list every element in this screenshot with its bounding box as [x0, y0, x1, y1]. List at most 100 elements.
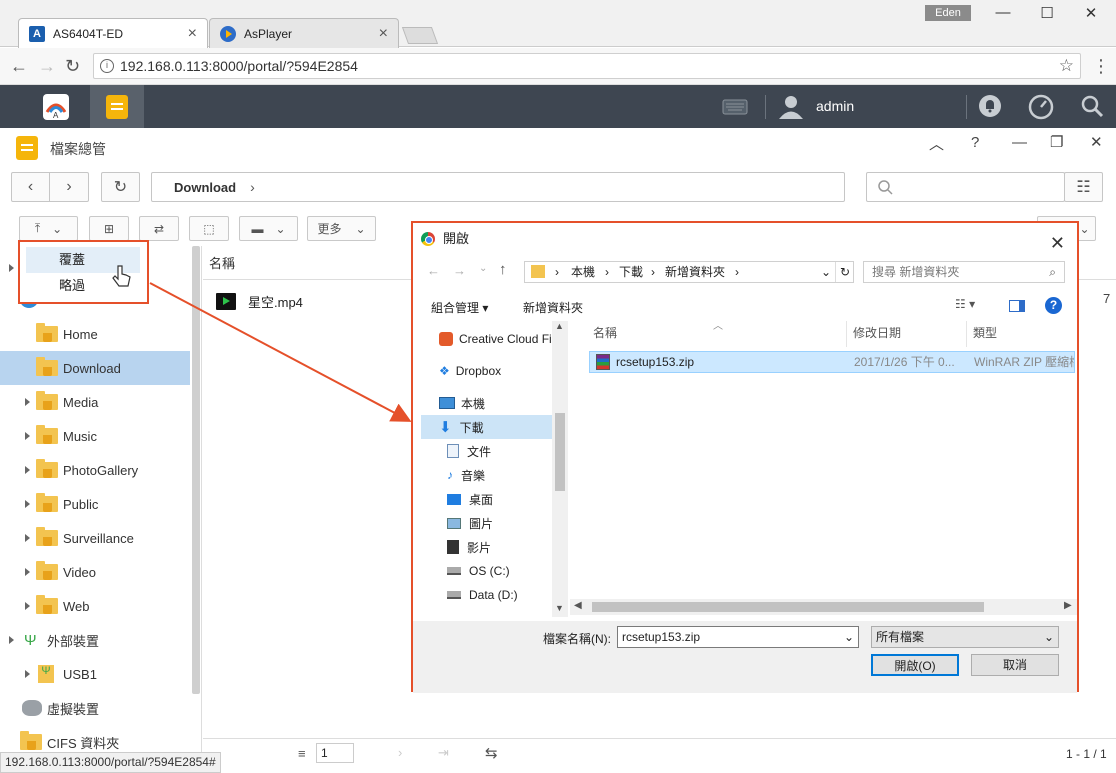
tree-item-music[interactable]: Music — [0, 419, 190, 453]
help-icon[interactable]: ? — [971, 134, 979, 151]
expand-triangle-icon[interactable] — [25, 602, 30, 610]
tab-asustor[interactable]: A AS6404T-ED × — [18, 18, 208, 48]
rows-per-page-icon[interactable]: ≡ — [298, 746, 306, 761]
forward-arrow-icon[interactable]: → — [38, 56, 56, 77]
preview-pane-icon[interactable] — [1009, 300, 1025, 312]
help-icon[interactable]: ? — [1045, 297, 1062, 314]
keyboard-icon[interactable] — [722, 98, 748, 116]
new-folder-button[interactable]: ⊞ — [89, 216, 129, 241]
tree-item-surveillance[interactable]: Surveillance — [0, 521, 190, 555]
tree-item-media[interactable]: Media — [0, 385, 190, 419]
info-icon[interactable]: i — [100, 59, 114, 73]
new-tab-button[interactable] — [401, 27, 439, 44]
dashboard-gauge-icon[interactable] — [1028, 94, 1054, 120]
collapse-chevron-icon[interactable]: ︿ — [929, 133, 944, 154]
expand-triangle-icon[interactable] — [25, 534, 30, 542]
chevron-down-icon[interactable]: ⌄ — [844, 627, 854, 647]
search-icon[interactable] — [1080, 94, 1104, 118]
nav-this-pc[interactable]: 本機 — [439, 391, 485, 415]
file-explorer-app-button[interactable] — [90, 85, 144, 128]
path-bar[interactable]: › 本機 › 下載 › 新增資料夾 › ⌄ ↻ — [524, 261, 854, 283]
back-button[interactable]: ‹ — [11, 172, 50, 202]
expand-triangle-icon[interactable] — [9, 636, 14, 644]
nav-dropbox[interactable]: ❖ Dropbox — [439, 359, 501, 383]
filename-input[interactable]: rcsetup153.zip ⌄ — [617, 626, 859, 648]
expand-triangle-icon[interactable] — [25, 398, 30, 406]
nav-downloads[interactable]: ⬇ 下載 — [421, 415, 552, 439]
restore-icon[interactable]: ❐ — [1050, 133, 1063, 151]
refresh-icon[interactable]: ⇆ — [485, 744, 498, 762]
refresh-button[interactable]: ↻ — [101, 172, 140, 202]
tree-item-web[interactable]: Web — [0, 589, 190, 623]
back-arrow-icon[interactable]: ← — [427, 263, 440, 278]
expand-triangle-icon[interactable] — [25, 500, 30, 508]
scroll-thumb[interactable] — [592, 602, 984, 612]
tree-item-virtual-devices[interactable]: 虛擬裝置 — [0, 691, 190, 725]
organize-menu[interactable]: 組合管理 ▾ — [431, 299, 488, 316]
expand-triangle-icon[interactable] — [25, 670, 30, 678]
minimize-icon[interactable]: — — [988, 4, 1018, 21]
expand-triangle-icon[interactable] — [9, 264, 14, 272]
url-bar[interactable]: i 192.168.0.113:8000/portal/?594E2854 ☆ — [93, 53, 1081, 79]
nav-drive-d[interactable]: Data (D:) — [447, 583, 518, 607]
close-tab-icon[interactable]: × — [379, 25, 388, 43]
bookmark-star-icon[interactable]: ☆ — [1059, 54, 1074, 78]
scroll-left-icon[interactable]: ◀ — [574, 600, 582, 611]
expand-triangle-icon[interactable] — [25, 568, 30, 576]
tree-item-home[interactable]: Home — [0, 317, 190, 351]
new-folder-button[interactable]: 新增資料夾 — [523, 299, 583, 316]
nav-creative-cloud[interactable]: Creative Cloud Fi — [439, 327, 552, 351]
tree-item-photogallery[interactable]: PhotoGallery — [0, 453, 190, 487]
filetype-select[interactable]: 所有檔案 ⌄ — [871, 626, 1059, 648]
search-input[interactable] — [866, 172, 1065, 202]
move-button[interactable]: ⇄ — [139, 216, 179, 241]
last-page-icon[interactable]: ⇥ — [438, 745, 449, 761]
tree-item-public[interactable]: Public — [0, 487, 190, 521]
adm-home-button[interactable]: A — [34, 85, 78, 128]
more-button[interactable]: 更多 ⌄ — [307, 216, 376, 241]
scroll-right-icon[interactable]: ▶ — [1064, 600, 1072, 611]
close-icon[interactable]: ✕ — [1090, 133, 1103, 151]
maximize-icon[interactable]: ☐ — [1032, 4, 1062, 22]
open-button[interactable]: 開啟(O) — [871, 654, 959, 676]
tree-item-video[interactable]: Video — [0, 555, 190, 589]
minimize-icon[interactable]: — — [1012, 134, 1027, 151]
select-all-button[interactable]: ⬚ — [189, 216, 229, 241]
tree-item-external-devices[interactable]: Ψ 外部裝置 — [0, 623, 190, 657]
close-icon[interactable]: ✕ — [1050, 227, 1065, 259]
nav-documents[interactable]: 文件 — [447, 439, 491, 463]
refresh-icon[interactable]: ↻ — [835, 262, 850, 282]
close-window-icon[interactable]: ✕ — [1076, 4, 1106, 22]
close-tab-icon[interactable]: × — [188, 25, 197, 43]
username-label[interactable]: admin — [816, 98, 854, 114]
profile-badge[interactable]: Eden — [925, 5, 971, 21]
expand-triangle-icon[interactable] — [25, 432, 30, 440]
next-page-icon[interactable]: › — [398, 745, 402, 760]
upload-button[interactable]: ⤒ ⌄ — [19, 216, 78, 241]
tab-asplayer[interactable]: AsPlayer × — [209, 18, 399, 48]
forward-arrow-icon[interactable]: → — [453, 263, 466, 278]
advanced-search-icon[interactable]: ☷ — [1064, 172, 1103, 202]
folder-actions-button[interactable]: ▬ ⌄ — [239, 216, 298, 241]
cancel-button[interactable]: 取消 — [971, 654, 1059, 676]
column-name[interactable]: 名稱 — [587, 321, 847, 347]
path-item[interactable]: 新增資料夾 — [665, 262, 725, 282]
nav-music[interactable]: ♪ 音樂 — [447, 463, 485, 487]
recent-dropdown-icon[interactable]: ⌄ — [479, 263, 487, 274]
scroll-down-icon[interactable]: ▼ — [555, 603, 564, 613]
path-item[interactable]: 本機 — [571, 262, 595, 282]
view-options-icon[interactable]: ☷ ▾ — [955, 297, 975, 311]
notification-bell-icon[interactable] — [978, 94, 1002, 118]
horizontal-scrollbar[interactable]: ◀ ▶ — [570, 599, 1077, 615]
breadcrumb-item[interactable]: Download — [174, 180, 236, 195]
nav-pane-scrollbar[interactable]: ▲ ▼ — [552, 321, 568, 617]
browser-menu-icon[interactable]: ⋮ — [1092, 56, 1110, 77]
expand-triangle-icon[interactable] — [25, 466, 30, 474]
back-arrow-icon[interactable]: ← — [10, 56, 28, 77]
scroll-thumb[interactable] — [555, 413, 565, 491]
path-item[interactable]: 下載 — [619, 262, 643, 282]
nav-videos[interactable]: 影片 — [447, 535, 491, 559]
column-type[interactable]: 類型 — [967, 321, 1077, 347]
file-row-selected[interactable]: rcsetup153.zip 2017/1/26 下午 0... WinRAR … — [589, 351, 1075, 373]
forward-button[interactable]: › — [49, 172, 89, 202]
